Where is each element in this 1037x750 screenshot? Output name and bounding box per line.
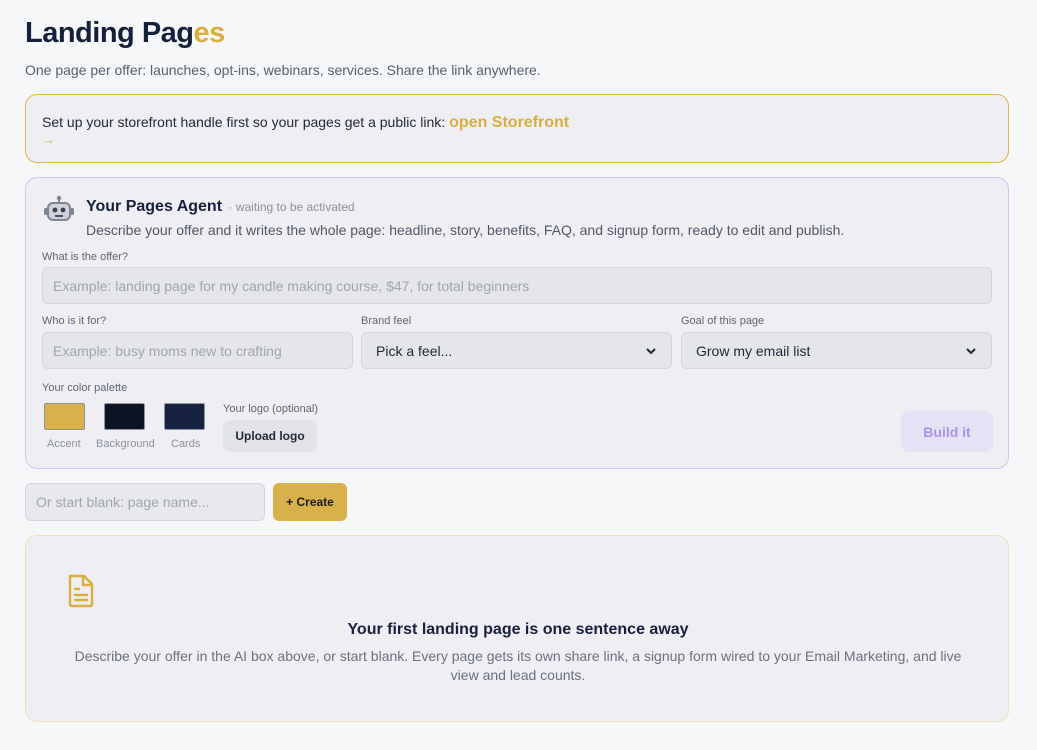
agent-title: Your Pages Agent · waiting to be activat… [86, 198, 355, 216]
page-subtitle: One page per offer: launches, opt-ins, w… [25, 62, 541, 78]
audience-input[interactable]: Example: busy moms new to crafting [42, 332, 353, 369]
background-swatch-label: Background [96, 438, 155, 450]
goal-select[interactable]: Grow my email list [681, 332, 992, 369]
accent-swatch-label: Accent [47, 438, 81, 450]
chevron-down-icon [646, 347, 656, 354]
arrow-right-icon[interactable]: → [42, 132, 55, 147]
document-icon [68, 574, 94, 608]
audience-label: Who is it for? [42, 315, 107, 327]
agent-status: · waiting to be activated [228, 200, 355, 214]
goal-value: Grow my email list [696, 342, 811, 359]
empty-state: Your first landing page is one sentence … [25, 535, 1009, 722]
agent-description: Describe your offer and it writes the wh… [86, 222, 845, 238]
storefront-notice: Set up your storefront handle first so y… [25, 94, 1009, 163]
robot-icon [44, 195, 74, 221]
upload-logo-button[interactable]: Upload logo [223, 420, 317, 452]
page-title-accent: es [193, 17, 226, 49]
empty-state-description: Describe your offer in the AI box above,… [74, 648, 962, 683]
logo-label: Your logo (optional) [223, 403, 318, 415]
brand-feel-value: Pick a feel... [376, 342, 453, 359]
pages-agent-panel: Your Pages Agent · waiting to be activat… [25, 177, 1009, 469]
background-color-swatch[interactable] [104, 403, 145, 430]
cards-color-swatch[interactable] [164, 403, 205, 430]
cards-swatch-label: Cards [171, 438, 201, 450]
empty-state-title: Your first landing page is one sentence … [347, 621, 689, 638]
palette-label: Your color palette [42, 382, 128, 394]
page-title-main: Landing Pag [25, 17, 194, 49]
open-storefront-link[interactable]: open Storefront [449, 114, 569, 131]
chevron-down-icon [966, 347, 976, 354]
accent-color-swatch[interactable] [44, 403, 85, 430]
offer-label: What is the offer? [42, 251, 129, 263]
notice-text: Set up your storefront handle first so y… [42, 114, 446, 130]
create-button[interactable]: + Create [273, 483, 347, 521]
blank-page-name-input[interactable]: Or start blank: page name... [25, 483, 265, 521]
agent-name: Your Pages Agent [86, 198, 223, 215]
offer-input[interactable]: Example: landing page for my candle maki… [42, 267, 992, 304]
brand-feel-label: Brand feel [361, 315, 412, 327]
page-title: Landing Pages [25, 17, 225, 50]
build-it-button[interactable]: Build it [901, 411, 993, 452]
goal-label: Goal of this page [681, 315, 765, 327]
brand-feel-select[interactable]: Pick a feel... [361, 332, 672, 369]
